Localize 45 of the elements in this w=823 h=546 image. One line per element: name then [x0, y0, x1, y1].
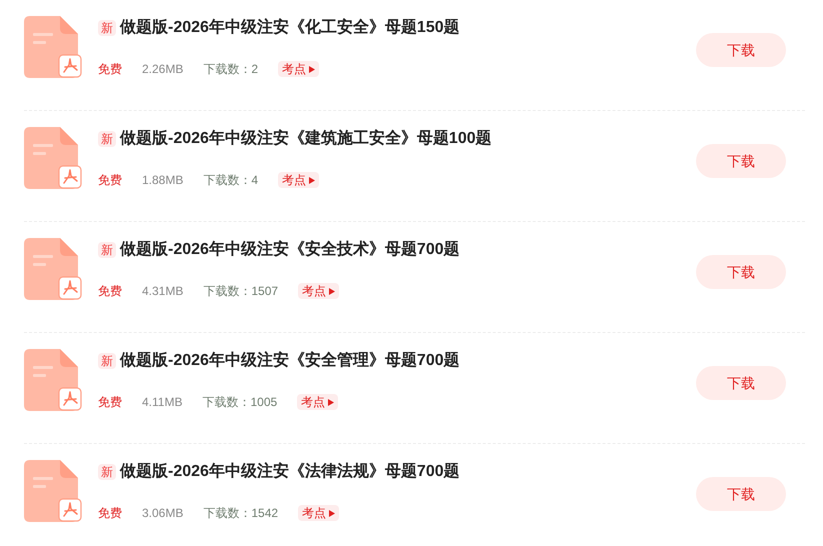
- download-button[interactable]: 下载: [696, 255, 786, 289]
- play-icon: [309, 176, 316, 184]
- price-label: 免费: [98, 283, 122, 300]
- play-icon: [329, 510, 336, 516]
- file-size: 2.26MB: [142, 61, 184, 78]
- pdf-file-icon: [24, 460, 82, 522]
- file-size: 3.06MB: [142, 505, 184, 522]
- file-title[interactable]: 做题版-2026年中级注安《安全管理》母题700题: [120, 349, 460, 373]
- download-button[interactable]: 下载: [696, 477, 786, 511]
- new-badge: 新: [98, 131, 116, 147]
- file-title[interactable]: 做题版-2026年中级注安《安全技术》母题700题: [120, 238, 460, 262]
- download-count: 下载数：1507: [203, 283, 278, 300]
- pdf-file-icon: [24, 127, 82, 189]
- topic-tag[interactable]: 考点: [298, 283, 340, 299]
- download-button[interactable]: 下载: [696, 33, 786, 67]
- new-badge: 新: [98, 242, 116, 258]
- price-label: 免费: [98, 61, 122, 78]
- new-badge: 新: [98, 20, 116, 36]
- topic-tag[interactable]: 考点: [278, 172, 320, 188]
- file-title[interactable]: 做题版-2026年中级注安《化工安全》母题150题: [120, 16, 460, 40]
- file-size: 1.88MB: [142, 172, 184, 189]
- download-count: 下载数：1542: [203, 505, 278, 522]
- download-button[interactable]: 下载: [696, 144, 786, 178]
- download-button[interactable]: 下载: [696, 366, 786, 400]
- play-icon: [328, 398, 334, 406]
- new-badge: 新: [98, 353, 116, 369]
- play-icon: [329, 288, 336, 294]
- file-size: 4.11MB: [142, 394, 182, 411]
- topic-tag[interactable]: 考点: [297, 394, 338, 410]
- download-count: 下载数：1005: [202, 394, 278, 411]
- topic-tag[interactable]: 考点: [298, 505, 340, 521]
- download-count: 下载数：2: [203, 61, 258, 78]
- play-icon: [309, 66, 316, 72]
- file-title[interactable]: 做题版-2026年中级注安《建筑施工安全》母题100题: [120, 127, 492, 151]
- pdf-file-icon: [24, 238, 82, 300]
- price-label: 免费: [98, 172, 122, 189]
- price-label: 免费: [98, 394, 122, 411]
- pdf-file-icon: [24, 349, 82, 411]
- price-label: 免费: [98, 505, 122, 522]
- download-count: 下载数：4: [203, 172, 258, 189]
- file-title[interactable]: 做题版-2026年中级注安《法律法规》母题700题: [120, 460, 460, 484]
- new-badge: 新: [98, 464, 116, 480]
- file-size: 4.31MB: [142, 283, 184, 300]
- pdf-file-icon: [24, 16, 82, 78]
- topic-tag[interactable]: 考点: [278, 61, 320, 77]
